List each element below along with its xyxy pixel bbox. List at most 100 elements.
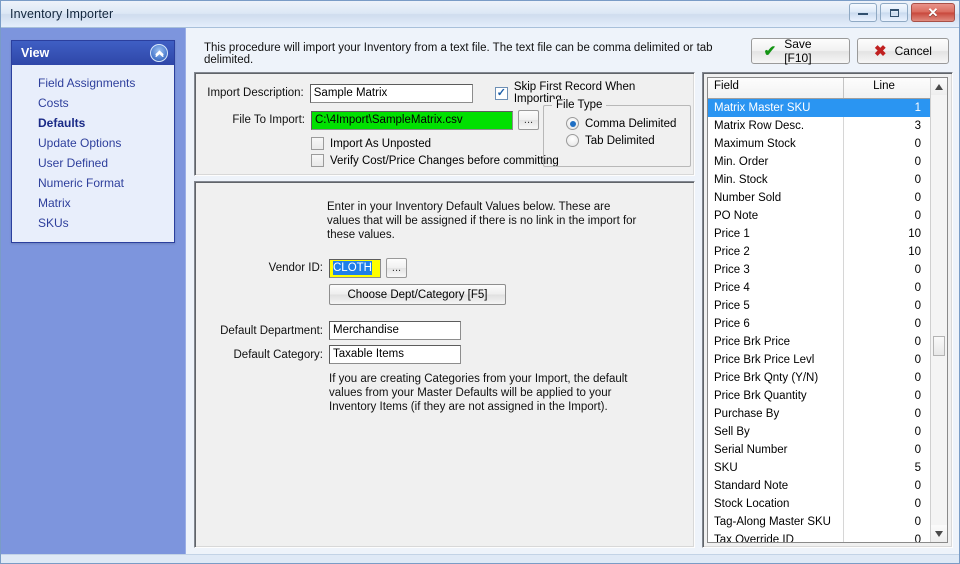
sidebar-item-user-defined[interactable]: User Defined [12, 153, 174, 173]
vendor-browse-button[interactable]: ... [386, 258, 407, 278]
close-button[interactable]: ✕ [911, 3, 955, 22]
radio-tab-delimited[interactable] [566, 134, 579, 147]
table-row[interactable]: Price 3 0 [708, 261, 930, 279]
radio-comma-delimited-row[interactable]: Comma Delimited [566, 117, 690, 130]
sidebar-item-defaults[interactable]: Defaults [12, 113, 174, 133]
table-row[interactable]: Matrix Master SKU 1 [708, 99, 930, 117]
cell-line: 10 [908, 246, 921, 258]
sidebar-item-costs[interactable]: Costs [12, 93, 174, 113]
table-row[interactable]: Sell By 0 [708, 423, 930, 441]
column-header-field[interactable]: Field [708, 78, 844, 98]
view-nav-list: Field Assignments Costs Defaults Update … [12, 65, 174, 242]
action-buttons: ✔ Save [F10] ✖ Cancel [750, 37, 951, 65]
table-row[interactable]: Min. Order 0 [708, 153, 930, 171]
table-row[interactable]: PO Note 0 [708, 207, 930, 225]
table-row[interactable]: SKU 5 [708, 459, 930, 477]
table-row[interactable]: Price Brk Price 0 [708, 333, 930, 351]
radio-comma-delimited[interactable] [566, 117, 579, 130]
cell-line: 0 [914, 318, 921, 330]
table-row[interactable]: Price 4 0 [708, 279, 930, 297]
table-row[interactable]: Price Brk Quantity 0 [708, 387, 930, 405]
scrollbar-thumb[interactable] [933, 335, 945, 356]
radio-comma-delimited-label: Comma Delimited [585, 117, 677, 130]
save-button[interactable]: ✔ Save [F10] [750, 37, 850, 65]
import-description-label: Import Description: [207, 87, 304, 99]
verify-changes-label: Verify Cost/Price Changes before committ… [330, 154, 559, 167]
cell-field: Price Brk Qnty (Y/N) [708, 369, 844, 387]
defaults-note-line2: values from your Master Defaults will be… [329, 387, 612, 399]
cell-line: 10 [908, 228, 921, 240]
grid-scrollbar[interactable] [930, 78, 947, 542]
save-button-label: Save [F10] [784, 37, 812, 65]
sidebar-item-numeric-format[interactable]: Numeric Format [12, 173, 174, 193]
cell-line: 0 [914, 138, 921, 150]
window-body: View Field Assignments Costs Defaults Up… [1, 28, 959, 554]
file-to-import-input[interactable]: C:\4Import\SampleMatrix.csv [311, 110, 513, 130]
verify-changes-checkbox[interactable] [311, 154, 324, 167]
table-row[interactable]: Tax Override ID 0 [708, 531, 930, 542]
table-row[interactable]: Matrix Row Desc. 3 [708, 117, 930, 135]
sidebar-item-matrix[interactable]: Matrix [12, 193, 174, 213]
table-row[interactable]: Tag-Along Master SKU 0 [708, 513, 930, 531]
sidebar-item-skus[interactable]: SKUs [12, 213, 174, 233]
scroll-down-button[interactable] [931, 525, 947, 542]
cell-line: 0 [914, 210, 921, 222]
skip-first-record-checkbox[interactable]: ✓ [494, 86, 508, 100]
table-row[interactable]: Price Brk Price Levl 0 [708, 351, 930, 369]
grid-main: Field Line Matrix Master SKU 1 Matrix Row … [708, 78, 930, 542]
default-department-input[interactable]: Merchandise [329, 321, 461, 340]
cell-field: Price 2 [708, 243, 844, 261]
window-titlebar: Inventory Importer ✕ [1, 1, 959, 28]
sidebar-item-field-assignments[interactable]: Field Assignments [12, 73, 174, 93]
browse-file-button[interactable]: ... [518, 110, 539, 130]
table-row[interactable]: Serial Number 0 [708, 441, 930, 459]
defaults-note-line1: If you are creating Categories from your… [329, 373, 628, 385]
view-nav-title: View [21, 46, 50, 60]
import-unposted-checkbox[interactable] [311, 137, 324, 150]
cell-field: Price 5 [708, 297, 844, 315]
sidebar-item-update-options[interactable]: Update Options [12, 133, 174, 153]
table-row[interactable]: Purchase By 0 [708, 405, 930, 423]
scrollbar-track[interactable] [931, 95, 947, 525]
cell-field: Matrix Master SKU [708, 99, 844, 117]
cell-line: 0 [914, 174, 921, 186]
restore-icon [889, 8, 899, 17]
cell-field: Standard Note [708, 477, 844, 495]
cell-field: Tag-Along Master SKU [708, 513, 844, 531]
radio-tab-delimited-label: Tab Delimited [585, 134, 655, 147]
column-header-line[interactable]: Line [844, 78, 930, 98]
cell-line: 3 [914, 120, 921, 132]
minimize-button[interactable] [849, 3, 877, 22]
import-description-input[interactable]: Sample Matrix [309, 83, 473, 103]
choose-dept-category-button[interactable]: Choose Dept/Category [F5] [329, 284, 506, 305]
cell-field: Price Brk Price [708, 333, 844, 351]
cell-line: 0 [914, 336, 921, 348]
scroll-up-button[interactable] [931, 78, 947, 95]
table-row[interactable]: Stock Location 0 [708, 495, 930, 513]
cell-field: Price 1 [708, 225, 844, 243]
cell-line: 0 [914, 282, 921, 294]
cell-line: 0 [914, 372, 921, 384]
table-row[interactable]: Price 5 0 [708, 297, 930, 315]
defaults-intro-line1: Enter in your Inventory Default Values b… [327, 201, 611, 213]
cancel-button[interactable]: ✖ Cancel [857, 38, 949, 64]
chevron-up-icon[interactable] [150, 44, 168, 62]
default-category-input[interactable]: Taxable Items [329, 345, 461, 364]
table-row[interactable]: Standard Note 0 [708, 477, 930, 495]
vendor-id-input[interactable]: CLOTH [329, 258, 381, 278]
vendor-id-label: Vendor ID: [268, 262, 323, 274]
table-row[interactable]: Min. Stock 0 [708, 171, 930, 189]
table-row[interactable]: Price 6 0 [708, 315, 930, 333]
file-type-groupbox: File Type Comma Delimited Tab Delimited [543, 99, 691, 167]
toolbar: This procedure will import your Inventor… [194, 34, 953, 72]
intro-text: This procedure will import your Inventor… [204, 42, 713, 66]
radio-tab-delimited-row[interactable]: Tab Delimited [566, 134, 690, 147]
table-row[interactable]: Number Sold 0 [708, 189, 930, 207]
table-row[interactable]: Maximum Stock 0 [708, 135, 930, 153]
table-row[interactable]: Price 2 10 [708, 243, 930, 261]
defaults-note: If you are creating Categories from your… [329, 372, 684, 414]
table-row[interactable]: Price Brk Qnty (Y/N) 0 [708, 369, 930, 387]
defaults-intro-line3: these values. [327, 229, 395, 241]
table-row[interactable]: Price 1 10 [708, 225, 930, 243]
maximize-button[interactable] [880, 3, 908, 22]
